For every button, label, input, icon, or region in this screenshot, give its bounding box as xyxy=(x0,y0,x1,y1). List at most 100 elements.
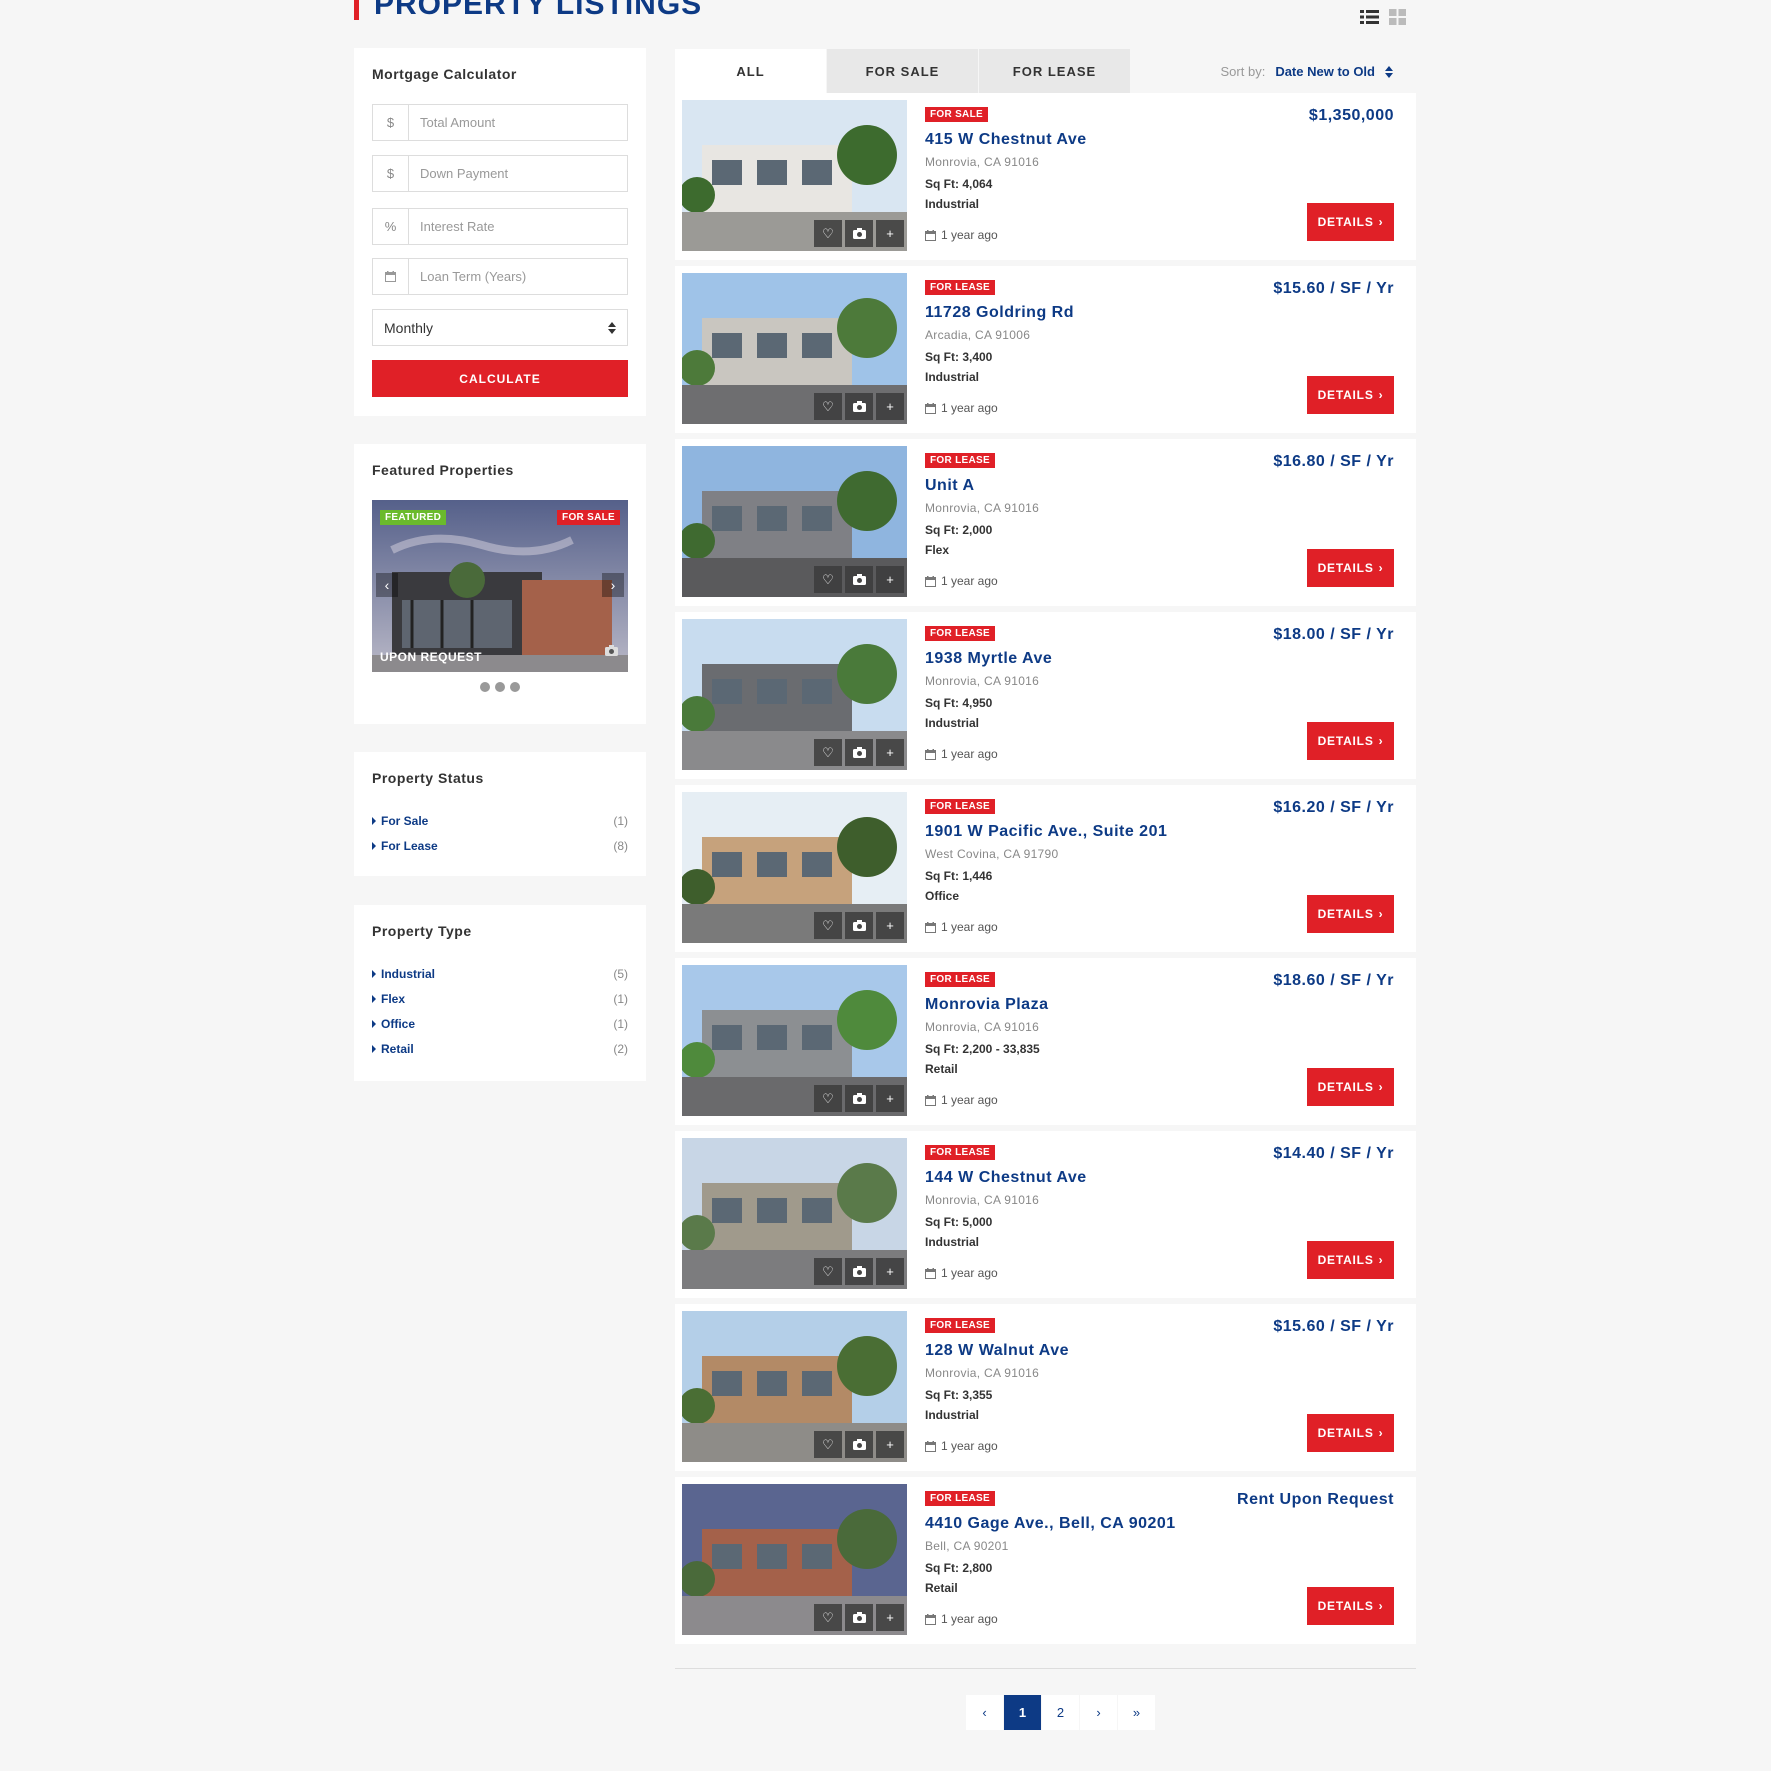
slider-dot[interactable] xyxy=(480,682,490,692)
plus-icon[interactable]: + xyxy=(876,739,904,766)
listing-address: Monrovia, CA 91016 xyxy=(925,1020,1040,1034)
pagination-page-1[interactable]: 1 xyxy=(1004,1695,1041,1730)
details-button[interactable]: DETAILS › xyxy=(1307,203,1394,241)
listing-title[interactable]: 1938 Myrtle Ave xyxy=(925,650,1052,668)
heart-icon[interactable]: ♡ xyxy=(814,220,842,247)
details-button[interactable]: DETAILS › xyxy=(1307,722,1394,760)
heart-icon[interactable]: ♡ xyxy=(814,566,842,593)
listing-image[interactable]: ♡ + xyxy=(682,100,907,251)
listing-date: 1 year ago xyxy=(925,401,998,415)
frequency-value: Monthly xyxy=(384,319,434,336)
camera-icon[interactable] xyxy=(845,1431,873,1458)
listing-image[interactable]: ♡ + xyxy=(682,1311,907,1462)
list-view-icon[interactable] xyxy=(1360,9,1379,25)
plus-icon[interactable]: + xyxy=(876,220,904,247)
filter-label: Office xyxy=(372,1017,415,1031)
details-button[interactable]: DETAILS › xyxy=(1307,376,1394,414)
slider-dot[interactable] xyxy=(495,682,505,692)
listing-title[interactable]: 11728 Goldring Rd xyxy=(925,304,1074,322)
details-button[interactable]: DETAILS › xyxy=(1307,895,1394,933)
filter-item-flex[interactable]: Flex (1) xyxy=(372,986,628,1011)
listing-address: West Covina, CA 91790 xyxy=(925,847,1059,861)
camera-icon[interactable] xyxy=(845,1258,873,1285)
down-payment-input[interactable] xyxy=(409,156,627,191)
calculate-button[interactable]: CALCULATE xyxy=(372,360,628,397)
camera-icon[interactable] xyxy=(845,1604,873,1631)
heart-icon[interactable]: ♡ xyxy=(814,1604,842,1631)
filter-item-industrial[interactable]: Industrial (5) xyxy=(372,961,628,986)
plus-icon[interactable]: + xyxy=(876,1604,904,1631)
plus-icon[interactable]: + xyxy=(876,1085,904,1112)
filter-item-for-sale[interactable]: For Sale (1) xyxy=(372,808,628,833)
details-button[interactable]: DETAILS › xyxy=(1307,1241,1394,1279)
tab-all[interactable]: ALL xyxy=(675,49,826,93)
widget-title: Mortgage Calculator xyxy=(372,66,517,82)
tab-for-lease[interactable]: FOR LEASE xyxy=(979,49,1130,93)
listing-card: ♡ + FOR LEASE 1901 W Pacific Ave., Suite… xyxy=(675,785,1416,952)
chevron-left-icon[interactable]: ‹ xyxy=(376,573,398,597)
camera-icon[interactable] xyxy=(845,566,873,593)
featured-slide[interactable]: FEATURED FOR SALE ‹ › UPON REQUEST xyxy=(372,500,628,672)
pagination-last[interactable]: » xyxy=(1118,1695,1155,1730)
listing-date-text: 1 year ago xyxy=(941,1439,998,1453)
heart-icon[interactable]: ♡ xyxy=(814,393,842,420)
listing-image[interactable]: ♡ + xyxy=(682,1138,907,1289)
grid-view-icon[interactable] xyxy=(1389,9,1406,25)
heart-icon[interactable]: ♡ xyxy=(814,1431,842,1458)
listing-title[interactable]: Unit A xyxy=(925,477,975,495)
details-button[interactable]: DETAILS › xyxy=(1307,1414,1394,1452)
listing-title[interactable]: 1901 W Pacific Ave., Suite 201 xyxy=(925,823,1167,841)
plus-icon[interactable]: + xyxy=(876,393,904,420)
listing-title[interactable]: 144 W Chestnut Ave xyxy=(925,1169,1087,1187)
listing-title[interactable]: 415 W Chestnut Ave xyxy=(925,131,1087,149)
camera-icon[interactable] xyxy=(845,393,873,420)
featured-properties-widget: Featured Properties FEATURED FOR SALE ‹ … xyxy=(354,444,646,724)
heart-icon[interactable]: ♡ xyxy=(814,739,842,766)
chevron-right-icon: › xyxy=(1378,1253,1384,1267)
camera-icon[interactable] xyxy=(845,912,873,939)
total-amount-input[interactable] xyxy=(409,105,627,140)
listing-price: $16.20 / SF / Yr xyxy=(1273,799,1394,816)
listing-sqft: Sq Ft: 3,355 xyxy=(925,1388,993,1402)
listing-type: Industrial xyxy=(925,370,980,384)
plus-icon[interactable]: + xyxy=(876,1431,904,1458)
listing-image[interactable]: ♡ + xyxy=(682,446,907,597)
heart-icon[interactable]: ♡ xyxy=(814,912,842,939)
listing-title[interactable]: 4410 Gage Ave., Bell, CA 90201 xyxy=(925,1515,1176,1533)
listing-image[interactable]: ♡ + xyxy=(682,965,907,1116)
pagination-prev[interactable]: ‹ xyxy=(966,1695,1003,1730)
camera-icon[interactable] xyxy=(845,220,873,247)
camera-icon[interactable] xyxy=(845,1085,873,1112)
filter-item-for-lease[interactable]: For Lease (8) xyxy=(372,833,628,858)
interest-rate-input[interactable] xyxy=(409,209,627,244)
camera-icon[interactable] xyxy=(845,739,873,766)
filter-item-retail[interactable]: Retail (2) xyxy=(372,1036,628,1061)
status-badge: FOR SALE xyxy=(557,510,620,525)
listing-image[interactable]: ♡ + xyxy=(682,619,907,770)
pagination-page-2[interactable]: 2 xyxy=(1042,1695,1079,1730)
filter-label-text: Industrial xyxy=(381,966,436,981)
filter-count: (1) xyxy=(613,1016,628,1031)
chevron-right-icon[interactable]: › xyxy=(602,573,624,597)
tab-for-sale[interactable]: FOR SALE xyxy=(827,49,978,93)
heart-icon[interactable]: ♡ xyxy=(814,1258,842,1285)
listing-image[interactable]: ♡ + xyxy=(682,1484,907,1635)
plus-icon[interactable]: + xyxy=(876,566,904,593)
details-button[interactable]: DETAILS › xyxy=(1307,549,1394,587)
loan-term-input[interactable] xyxy=(409,259,627,294)
plus-icon[interactable]: + xyxy=(876,912,904,939)
frequency-select[interactable]: Monthly xyxy=(372,309,628,346)
details-button[interactable]: DETAILS › xyxy=(1307,1068,1394,1106)
sort-control[interactable]: Sort by: Date New to Old xyxy=(1221,64,1393,79)
listing-address: Monrovia, CA 91016 xyxy=(925,674,1040,688)
slider-dot[interactable] xyxy=(510,682,520,692)
listing-title[interactable]: 128 W Walnut Ave xyxy=(925,1342,1069,1360)
listing-image[interactable]: ♡ + xyxy=(682,792,907,943)
heart-icon[interactable]: ♡ xyxy=(814,1085,842,1112)
plus-icon[interactable]: + xyxy=(876,1258,904,1285)
pagination-next[interactable]: › xyxy=(1080,1695,1117,1730)
filter-item-office[interactable]: Office (1) xyxy=(372,1011,628,1036)
listing-image[interactable]: ♡ + xyxy=(682,273,907,424)
listing-title[interactable]: Monrovia Plaza xyxy=(925,996,1048,1014)
details-button[interactable]: DETAILS › xyxy=(1307,1587,1394,1625)
